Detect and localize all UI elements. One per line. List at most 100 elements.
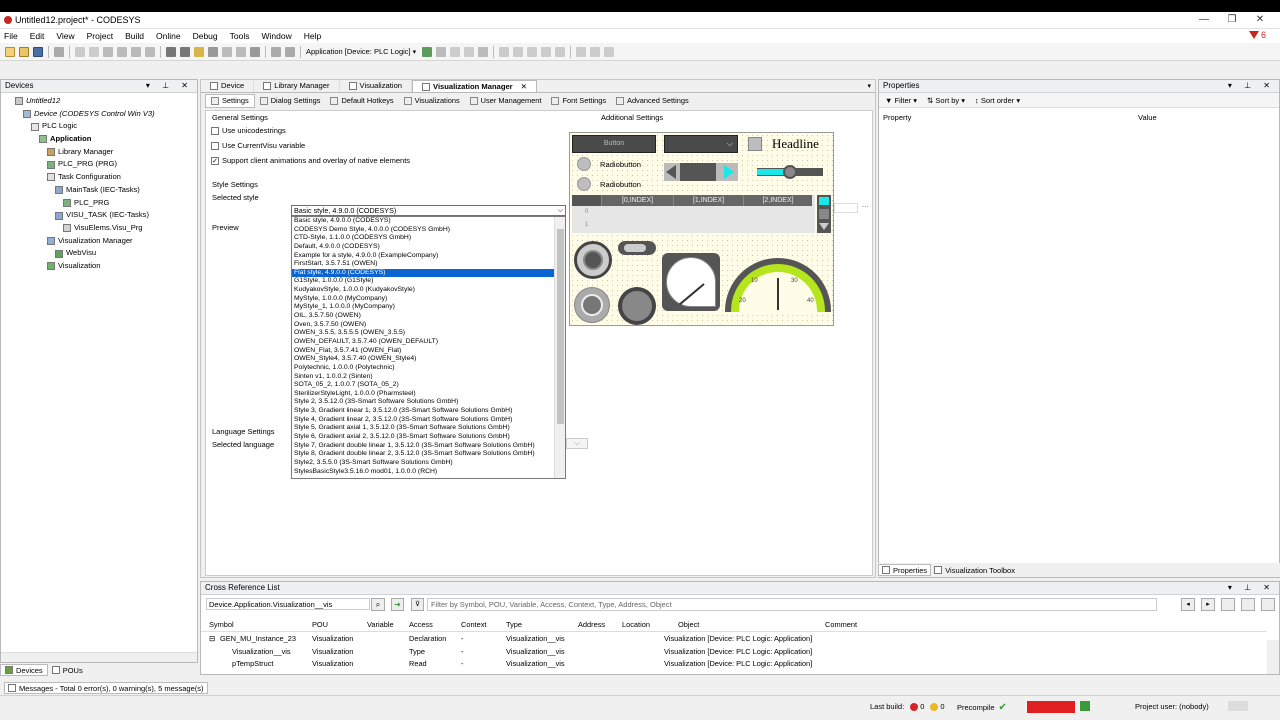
column-header[interactable]: Type xyxy=(506,620,522,629)
style-option[interactable]: CTD-Style, 1.1.0.0 (CODESYS GmbH) xyxy=(292,234,554,243)
style-option[interactable]: CODESYS Demo Style, 4.0.0.0 (CODESYS Gmb… xyxy=(292,226,554,235)
menu-window[interactable]: Window xyxy=(256,29,298,43)
tree-item[interactable]: VisuElems.Visu_Prg xyxy=(5,222,197,235)
tree-item[interactable]: PLC Logic xyxy=(5,120,197,133)
tree-item[interactable]: WebVisu xyxy=(5,247,197,260)
breakpoint-icon[interactable] xyxy=(555,46,566,57)
column-header[interactable]: Access xyxy=(409,620,433,629)
table-row[interactable]: ⊟ GEN_MU_Instance_23 Visualization Declarat… xyxy=(201,634,1261,646)
chevron-down-icon[interactable]: ⌵ xyxy=(558,206,563,215)
subtab-visualizations[interactable]: Visualizations xyxy=(399,95,465,107)
horizontal-scrollbar[interactable] xyxy=(1,652,197,662)
maximize-button[interactable]: ❐ xyxy=(1222,13,1242,27)
style-option[interactable]: Style 5, Gradient axial 1, 3.5.12.0 (3S-… xyxy=(292,424,554,433)
checkbox-box[interactable] xyxy=(211,141,219,150)
style-option[interactable]: Basic style, 4.9.0.0 (CODESYS) xyxy=(292,217,554,226)
tree-item[interactable]: Visualization Manager xyxy=(5,235,197,248)
print-icon[interactable] xyxy=(54,46,64,57)
style-option[interactable]: FirstStart, 3.5.7.51 (OWEN) xyxy=(292,260,554,269)
list-scrollbar[interactable] xyxy=(554,217,565,478)
style-option[interactable]: Style 7, Gradient double linear 1, 3.5.1… xyxy=(292,442,554,451)
unforce-icon[interactable] xyxy=(604,46,615,57)
search-icon[interactable]: ⌕ xyxy=(371,598,385,611)
bookmark-clear-icon[interactable] xyxy=(236,46,246,57)
style-option[interactable]: Default, 4.9.0.0 (CODESYS) xyxy=(292,243,554,252)
step-out-icon[interactable] xyxy=(527,46,538,57)
checkbox-box[interactable] xyxy=(211,126,219,135)
menu-build[interactable]: Build xyxy=(119,29,150,43)
use-unicodestrings-checkbox[interactable]: Use unicodestrings xyxy=(211,126,286,135)
style-option[interactable]: Style 2, 3.5.12.0 (3S-Smart Software Sol… xyxy=(292,398,554,407)
navigate-icon[interactable] xyxy=(285,46,295,57)
save-icon[interactable] xyxy=(33,46,43,57)
filter-toggle-icon[interactable]: ⊽ xyxy=(411,598,424,611)
tree-item[interactable]: Device (CODESYS Control Win V3) xyxy=(5,108,197,121)
menu-tools[interactable]: Tools xyxy=(224,29,256,43)
expand-icon[interactable] xyxy=(1241,598,1255,611)
status-toggle-icon[interactable] xyxy=(1228,701,1248,711)
table-row[interactable]: pTempStruct Visualization Read - Visualizati… xyxy=(201,659,1261,671)
force-values-icon[interactable] xyxy=(590,46,601,57)
stop-icon[interactable] xyxy=(464,46,475,57)
subtab-advanced-settings[interactable]: Advanced Settings xyxy=(611,95,694,107)
style-option[interactable]: Oven, 3.5.7.50 (OWEN) xyxy=(292,321,554,330)
style-option[interactable]: OWEN_Flat, 3.5.7.41 (OWEN_Flat) xyxy=(292,347,554,356)
message-filter-indicator[interactable]: 6 xyxy=(1248,30,1266,40)
style-option[interactable]: Example for a style, 4.9.0.0 (ExampleCom… xyxy=(292,252,554,261)
style-option[interactable]: Polytechnic, 1.0.0.0 (Polytechnic) xyxy=(292,364,554,373)
crossref-filter-input[interactable]: Filter by Symbol, POU, Variable, Access,… xyxy=(427,598,1157,611)
filter-button[interactable]: ▼ Filter ▾ xyxy=(885,96,917,105)
column-header[interactable]: Symbol xyxy=(209,620,234,629)
style-option[interactable]: Style 6, Gradient axial 2, 3.5.12.0 (3S-… xyxy=(292,433,554,442)
checkbox-box[interactable]: ✓ xyxy=(211,156,219,165)
style-option[interactable]: SOTA_05_2, 1.0.0.7 (SOTA_05_2) xyxy=(292,381,554,390)
sort-order-button[interactable]: ↕ Sort order ▾ xyxy=(975,96,1020,105)
bookmark-next-icon[interactable] xyxy=(208,46,218,57)
sort-by-button[interactable]: ⇅ Sort by ▾ xyxy=(927,96,965,105)
tree-item[interactable]: VISU_TASK (IEC-Tasks) xyxy=(5,209,197,222)
select-all-icon[interactable] xyxy=(271,46,281,57)
tree-item[interactable]: Application xyxy=(5,133,197,146)
tree-item[interactable]: MainTask (IEC-Tasks) xyxy=(5,184,197,197)
menu-view[interactable]: View xyxy=(50,29,80,43)
panel-controls[interactable]: ▾ ⊥ ✕ xyxy=(146,80,193,92)
new-project-icon[interactable] xyxy=(5,46,15,57)
write-values-icon[interactable] xyxy=(576,46,587,57)
preview-side-button[interactable]: ⋯ xyxy=(862,203,874,213)
run-to-cursor-icon[interactable] xyxy=(541,46,552,57)
tab-devices[interactable]: Devices xyxy=(0,664,48,676)
menu-online[interactable]: Online xyxy=(150,29,187,43)
next-result-icon[interactable]: ▸ xyxy=(1201,598,1215,611)
subtab-user-management[interactable]: User Management xyxy=(465,95,547,107)
style-option[interactable]: Style 3, Gradient linear 1, 3.5.12.0 (3S… xyxy=(292,407,554,416)
tree-item[interactable]: Untitled12 xyxy=(5,95,197,108)
tree-item[interactable]: Library Manager xyxy=(5,146,197,159)
selected-style-dropdown[interactable]: Basic style, 4.9.0.0 (CODESYS) ⌵ xyxy=(291,205,566,216)
column-header[interactable]: Address xyxy=(578,620,605,629)
scope-field[interactable]: Device.Application.Visualization__vis xyxy=(206,597,370,610)
undo-icon[interactable] xyxy=(75,46,85,57)
go-arrow-icon[interactable]: ➜ xyxy=(391,598,404,611)
column-header[interactable]: POU xyxy=(312,620,328,629)
style-option[interactable]: G1Style, 1.0.0.0 (G1Style) xyxy=(292,277,554,286)
menu-debug[interactable]: Debug xyxy=(187,29,224,43)
style-option[interactable]: StylesBasicStyle3.5.16.0 mod01, 1.0.0.0 … xyxy=(292,468,554,477)
print-icon[interactable] xyxy=(1261,598,1275,611)
build-icon[interactable] xyxy=(250,46,260,57)
tree-item[interactable]: Visualization xyxy=(5,260,197,273)
column-header[interactable]: Location xyxy=(622,620,650,629)
paste-icon[interactable] xyxy=(131,46,141,57)
subtab-settings[interactable]: Settings xyxy=(205,93,255,108)
reset-icon[interactable] xyxy=(478,46,489,57)
menu-help[interactable]: Help xyxy=(298,29,327,43)
menu-project[interactable]: Project xyxy=(81,29,119,43)
logout-icon[interactable] xyxy=(436,46,447,57)
menu-file[interactable]: File xyxy=(0,29,24,43)
close-button[interactable]: ✕ xyxy=(1250,13,1270,27)
bookmark-icon[interactable] xyxy=(194,46,204,57)
style-option[interactable]: Style 8, Gradient double linear 2, 3.5.1… xyxy=(292,450,554,459)
style-option[interactable]: Style2, 3.5.5.0 (3S-Smart Software Solut… xyxy=(292,459,554,468)
close-tab-icon[interactable]: ✕ xyxy=(521,81,527,93)
style-option[interactable]: Flat style, 4.9.0.0 (CODESYS) xyxy=(292,268,554,278)
tab-properties[interactable]: Properties xyxy=(878,564,932,576)
